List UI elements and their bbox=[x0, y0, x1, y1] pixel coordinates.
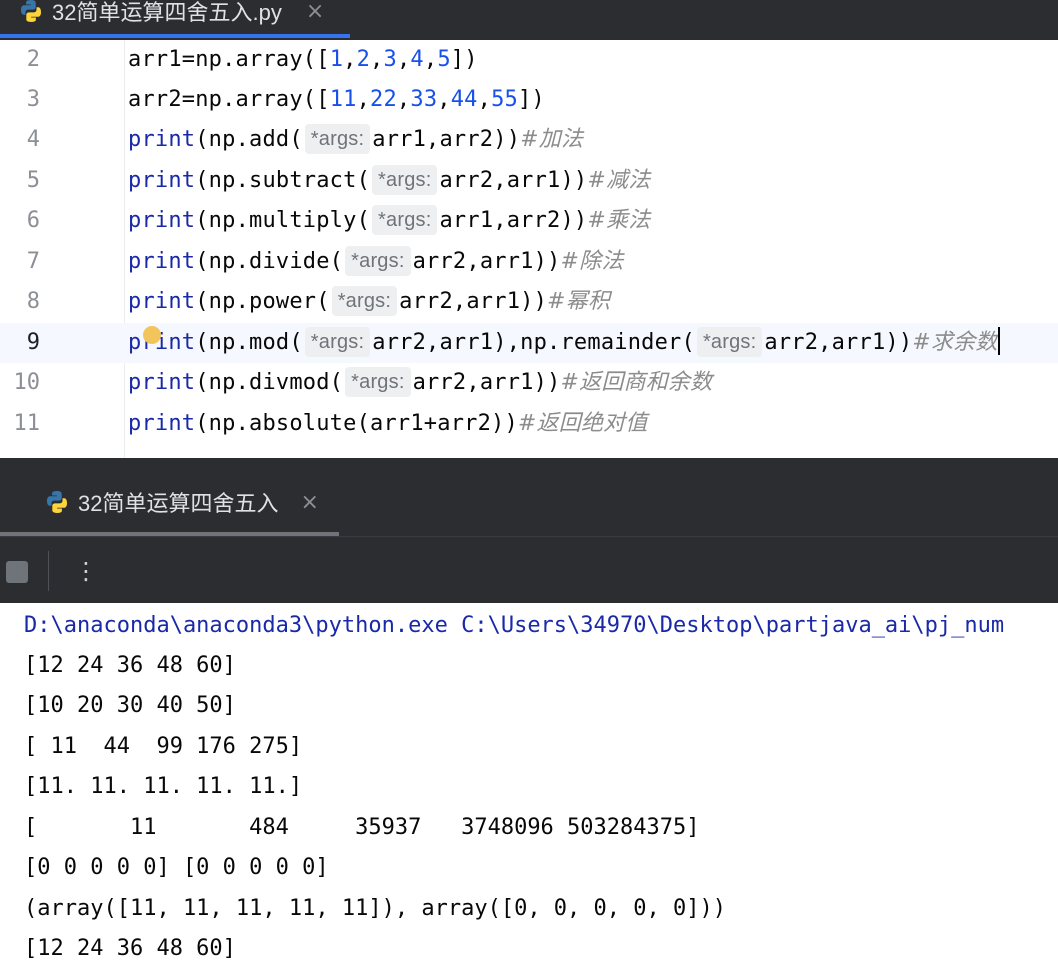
run-toolbar: ⋮ bbox=[0, 536, 1058, 604]
line-number: 5 bbox=[26, 168, 40, 193]
code-line: 7 print(np.divide(*args: arr2,arr1))#除法 bbox=[0, 242, 1058, 282]
console-line: [ 11 484 35937 3748096 503284375] bbox=[24, 815, 700, 840]
code-text: print(np.absolute(arr1+arr2))#返回绝对值 bbox=[128, 411, 648, 436]
stop-icon[interactable] bbox=[6, 561, 28, 583]
code-line: 8 print(np.power(*args: arr2,arr1))#幂积 bbox=[0, 282, 1058, 322]
line-number: 8 bbox=[26, 289, 40, 314]
line-number: 11 bbox=[13, 411, 41, 436]
line-number: 4 bbox=[26, 127, 40, 152]
code-text: print(np.divmod(*args: arr2,arr1))#返回商和余数 bbox=[128, 363, 712, 403]
parameter-hint: *args: bbox=[304, 124, 371, 154]
console-line: [10 20 30 40 50] bbox=[24, 693, 236, 718]
code-text: arr2=np.array([11,22,33,44,55]) bbox=[128, 87, 545, 112]
run-tab[interactable]: 32简单运算四舍五入 × bbox=[44, 486, 319, 518]
parameter-hint: *args: bbox=[331, 286, 398, 316]
parameter-hint: *args: bbox=[345, 246, 411, 276]
text-caret bbox=[997, 327, 1000, 355]
code-line: 6 print(np.multiply(*args: arr1,arr2))#乘法 bbox=[0, 201, 1058, 241]
code-line: 10 print(np.divmod(*args: arr2,arr1))#返回商… bbox=[0, 363, 1058, 403]
code-text: print(np.divide(*args: arr2,arr1))#除法 bbox=[128, 242, 624, 282]
parameter-hint: *args: bbox=[304, 327, 371, 357]
parameter-hint: *args: bbox=[345, 367, 411, 397]
close-icon[interactable]: × bbox=[306, 0, 324, 24]
code-text: arr1=np.array([1,2,3,4,5]) bbox=[128, 47, 478, 72]
console-line: (array([11, 11, 11, 11, 11]), array([0, … bbox=[24, 896, 726, 921]
code-editor[interactable]: 2 arr1=np.array([1,2,3,4,5]) 3 arr2=np.a… bbox=[0, 40, 1058, 458]
close-icon[interactable]: × bbox=[300, 490, 318, 515]
parameter-hint: *args: bbox=[372, 165, 438, 195]
active-tab-indicator bbox=[0, 34, 350, 38]
console-command: D:\anaconda\anaconda3\python.exe C:\User… bbox=[24, 613, 1005, 638]
console-line: [0 0 0 0 0] [0 0 0 0 0] bbox=[24, 855, 329, 880]
code-text: print(np.subtract(*args: arr2,arr1))#减法 bbox=[128, 161, 650, 201]
editor-tab-bar: 32简单运算四舍五入.py × bbox=[0, 0, 1058, 40]
console-line: [12 24 36 48 60] bbox=[24, 936, 236, 961]
line-number: 3 bbox=[26, 87, 40, 112]
line-number: 7 bbox=[26, 249, 40, 274]
code-text: print(np.add(*args: arr1,arr2))#加法 bbox=[128, 120, 583, 160]
line-number: 10 bbox=[13, 370, 41, 395]
console-output[interactable]: D:\anaconda\anaconda3\python.exe C:\User… bbox=[0, 603, 1058, 967]
console-line: [ 11 44 99 176 275] bbox=[24, 734, 303, 759]
more-options-icon[interactable]: ⋮ bbox=[74, 551, 98, 591]
code-text: print(np.multiply(*args: arr1,arr2))#乘法 bbox=[128, 201, 650, 241]
console-line: [12 24 36 48 60] bbox=[24, 653, 236, 678]
parameter-hint: *args: bbox=[696, 327, 763, 357]
run-tab-label: 32简单运算四舍五入 bbox=[78, 491, 279, 516]
code-line: 2 arr1=np.array([1,2,3,4,5]) bbox=[0, 40, 1058, 80]
console-line: [11. 11. 11. 11. 11.] bbox=[24, 774, 303, 799]
editor-tab[interactable]: 32简单运算四舍五入.py × bbox=[0, 0, 324, 36]
code-line: 3 arr2=np.array([11,22,33,44,55]) bbox=[0, 80, 1058, 120]
editor-tab-label: 32简单运算四舍五入.py bbox=[52, 0, 282, 25]
code-line: 4 print(np.add(*args: arr1,arr2))#加法 bbox=[0, 120, 1058, 160]
code-text: print(np.power(*args: arr2,arr1))#幂积 bbox=[128, 282, 610, 322]
python-file-icon bbox=[21, 0, 41, 22]
line-number: 2 bbox=[26, 47, 40, 72]
line-number: 6 bbox=[26, 208, 40, 233]
lightbulb-icon[interactable] bbox=[143, 326, 161, 344]
parameter-hint: *args: bbox=[372, 205, 438, 235]
code-line: 11 print(np.absolute(arr1+arr2))#返回绝对值 bbox=[0, 404, 1058, 444]
code-line: 5 print(np.subtract(*args: arr2,arr1))#减法 bbox=[0, 161, 1058, 201]
run-tab-bar: 32简单运算四舍五入 × bbox=[0, 458, 1058, 536]
code-text: print(np.mod(*args: arr2,arr1),np.remaind… bbox=[128, 323, 1000, 363]
toolbar-separator bbox=[48, 551, 49, 591]
python-icon bbox=[47, 491, 67, 513]
line-number: 9 bbox=[26, 330, 40, 355]
